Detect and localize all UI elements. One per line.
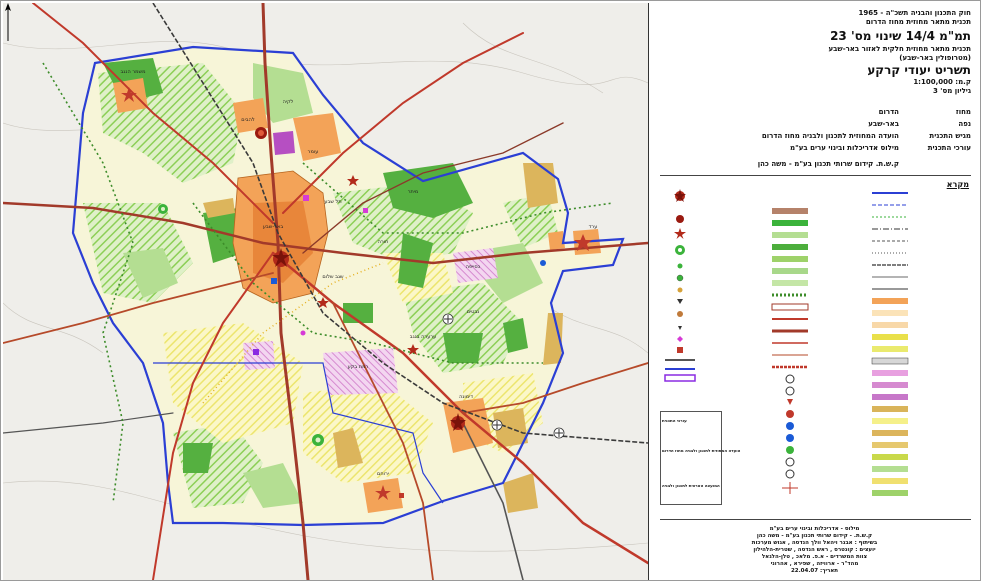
legend-col-lines	[871, 192, 909, 496]
plan-title: תמ"מ 14/4 שינוי מס' 23	[830, 29, 971, 43]
map-label: שגב שלום	[322, 274, 344, 280]
land-use-map[interactable]: באר-שבע ערד דימונה ירוחם נבטים חוּרה שגב…	[3, 3, 648, 580]
map-label: ירוחם	[377, 471, 389, 477]
map-label: נבטים	[467, 309, 480, 315]
map-panel[interactable]: באר-שבע ערד דימונה ירוחם נבטים חוּרה שגב…	[3, 3, 649, 580]
signature-box	[660, 411, 722, 505]
divider	[660, 175, 971, 176]
map-label: תל שבע	[324, 199, 341, 205]
plan-type-line: תכנית מתאר מחוזית מחוז הדרום	[865, 18, 971, 26]
map-label: מיתר	[408, 189, 419, 195]
signature-label: המועצה הארצית לתכנון ולבניה	[662, 483, 720, 488]
map-label: משמר הנגב	[121, 69, 146, 75]
map-label: להבים	[241, 117, 255, 123]
facility-square-icon	[271, 278, 277, 284]
map-label: עומר	[308, 149, 319, 155]
signature-label: עורכי התכנית	[662, 418, 687, 423]
green-gear-icon	[158, 204, 168, 214]
scale-text: ק.מ: 1:100,000	[913, 78, 971, 86]
info-row-planners: עורכי התכניתמילוס אדריכלות ובינוי ערים ב…	[790, 144, 971, 152]
legend-panel: חוק התכנון והבניה תשכ"ה - 1965 תכנית מתא…	[650, 3, 979, 579]
facility-square-icon	[253, 349, 259, 355]
info-row-submitter: מגיש התכניתהועדה המחוזית לתכנון ולבניה מ…	[761, 132, 971, 140]
sheet-title: תשריט יעודי קרקע	[867, 63, 971, 77]
map-label: חוּרה	[378, 239, 389, 245]
airport-icon	[442, 313, 454, 325]
facility-square-icon	[303, 195, 309, 201]
map-label: רמת בקע	[348, 364, 369, 370]
map-label: באר-שבע	[263, 224, 284, 230]
info-row-subdistrict: נפהבאר-שבע	[868, 120, 971, 128]
plan-subtitle-2: (מטרופולין באר-שבע)	[899, 54, 971, 62]
legend-col-icons	[664, 189, 696, 382]
legend-col-areas	[771, 208, 809, 494]
info-row-district: מחוזהדרום	[878, 108, 971, 116]
facility-square-icon	[363, 208, 368, 213]
plan-subtitle: תכנית מתאר מחוזית חלקית לאזור באר-שבע	[828, 45, 971, 53]
sheet-number: גיליון מס' 3	[932, 87, 971, 95]
map-label: ערערה בנגב	[410, 334, 437, 340]
map-label: לקיה	[283, 99, 294, 105]
airport-icon	[553, 427, 565, 439]
divider	[660, 519, 971, 520]
facility-dot-icon	[300, 330, 306, 336]
green-gear-icon	[312, 434, 324, 446]
map-label: כסייפה	[466, 264, 481, 270]
info-row-planners-2: ק.ש.ת. קידום שרותי תכנון בע"מ - משה כהן	[757, 160, 899, 168]
signature-label: הועדה המחוזית לתכנון ולבניה מחוז הדרום	[662, 448, 741, 453]
map-label: ערד	[589, 224, 598, 230]
facility-dot-icon	[540, 260, 546, 266]
airport-icon	[491, 419, 503, 431]
map-label: דימונה	[459, 394, 473, 400]
settlement-icon	[255, 127, 267, 139]
north-arrow-icon	[5, 3, 11, 41]
facility-square-icon	[399, 493, 404, 498]
law-line: חוק התכנון והבניה תשכ"ה - 1965	[858, 9, 971, 17]
credits-block: מילוס - אדריכלות ובינוי ערים בע"מ ק.ש.ת.…	[751, 526, 878, 574]
